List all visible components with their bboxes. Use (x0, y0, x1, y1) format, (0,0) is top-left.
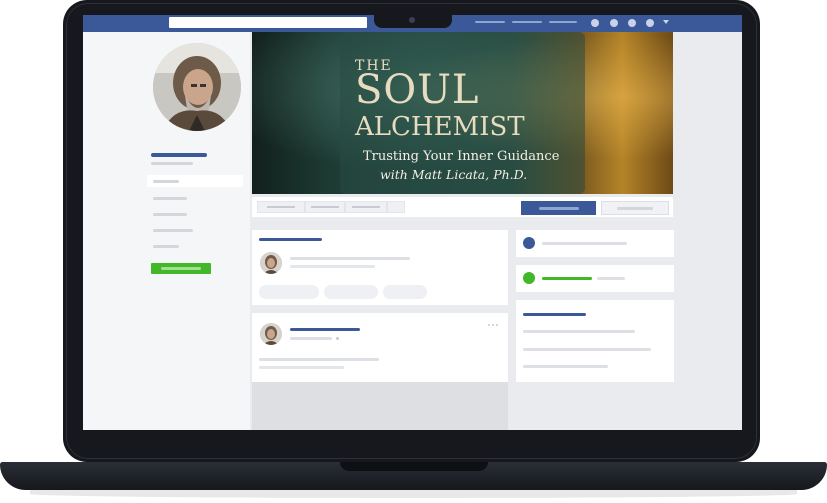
right-info-title (523, 313, 586, 316)
composer-input-line (290, 265, 375, 268)
sidebar-item-timeline-label (153, 180, 179, 183)
cover-subtitle: Trusting Your Inner Guidance (363, 149, 560, 164)
dropdown-icon[interactable] (663, 20, 669, 24)
post-media[interactable] (252, 382, 508, 430)
composer-feeling-button[interactable] (383, 285, 427, 299)
friends-icon[interactable] (591, 19, 599, 27)
primary-action-button-label (539, 207, 579, 210)
profile-name (151, 153, 207, 157)
profile-subtitle (151, 162, 193, 165)
profile-avatar[interactable] (153, 43, 241, 131)
composer-photo-button[interactable] (259, 285, 319, 299)
laptop-shadow (30, 490, 797, 498)
sidebar-item-about[interactable] (153, 197, 187, 200)
post-text-line-2 (259, 366, 344, 369)
tab-friends-label (352, 206, 380, 208)
help-icon[interactable] (646, 19, 654, 27)
post-text-line-1 (259, 358, 379, 361)
nav-link-profile[interactable] (512, 21, 542, 23)
right-info-line-1 (523, 330, 635, 333)
right-card-green-meta (597, 277, 625, 280)
right-info-line-3 (523, 365, 608, 368)
composer-avatar (260, 252, 282, 274)
post-privacy-icon (336, 337, 339, 340)
sidebar-item-friends[interactable] (153, 213, 187, 216)
sidebar-item-photos[interactable] (153, 229, 193, 232)
composer-title (259, 238, 322, 241)
tab-timeline-label (267, 206, 295, 208)
sidebar-item-more[interactable] (153, 245, 179, 248)
cover-photo[interactable]: THE SOUL ALCHEMIST Trusting Your Inner G… (252, 32, 673, 194)
notifications-icon[interactable] (628, 19, 636, 27)
tab-more[interactable] (387, 201, 405, 213)
nav-link-find-friends[interactable] (549, 21, 577, 23)
right-card-green (516, 265, 674, 292)
right-card-blue-text (542, 242, 627, 245)
green-status-dot (523, 272, 535, 284)
laptop-base-groove (340, 462, 488, 471)
tab-about-label (311, 206, 339, 208)
composer-input[interactable] (290, 257, 410, 260)
search-input[interactable] (169, 17, 367, 28)
post-options-icon[interactable] (488, 324, 500, 327)
camera-icon (409, 17, 415, 23)
messages-icon[interactable] (610, 19, 618, 27)
cover-byline: with Matt Licata, Ph.D. (380, 167, 528, 182)
right-info-line-2 (523, 348, 651, 351)
nav-link-home[interactable] (475, 21, 505, 23)
cover-title-alchemist: ALCHEMIST (355, 112, 525, 142)
cover-title-soul: SOUL (355, 67, 480, 113)
right-card-green-title (542, 277, 592, 280)
sidebar-action-button-label (161, 267, 201, 270)
post-timestamp (290, 337, 332, 340)
blue-status-dot (523, 237, 535, 249)
secondary-action-button-label (617, 207, 653, 210)
composer-tag-button[interactable] (324, 285, 378, 299)
post-author-name[interactable] (290, 328, 360, 331)
post-author-avatar[interactable] (260, 323, 282, 345)
laptop-screen: THE SOUL ALCHEMIST Trusting Your Inner G… (83, 15, 742, 430)
